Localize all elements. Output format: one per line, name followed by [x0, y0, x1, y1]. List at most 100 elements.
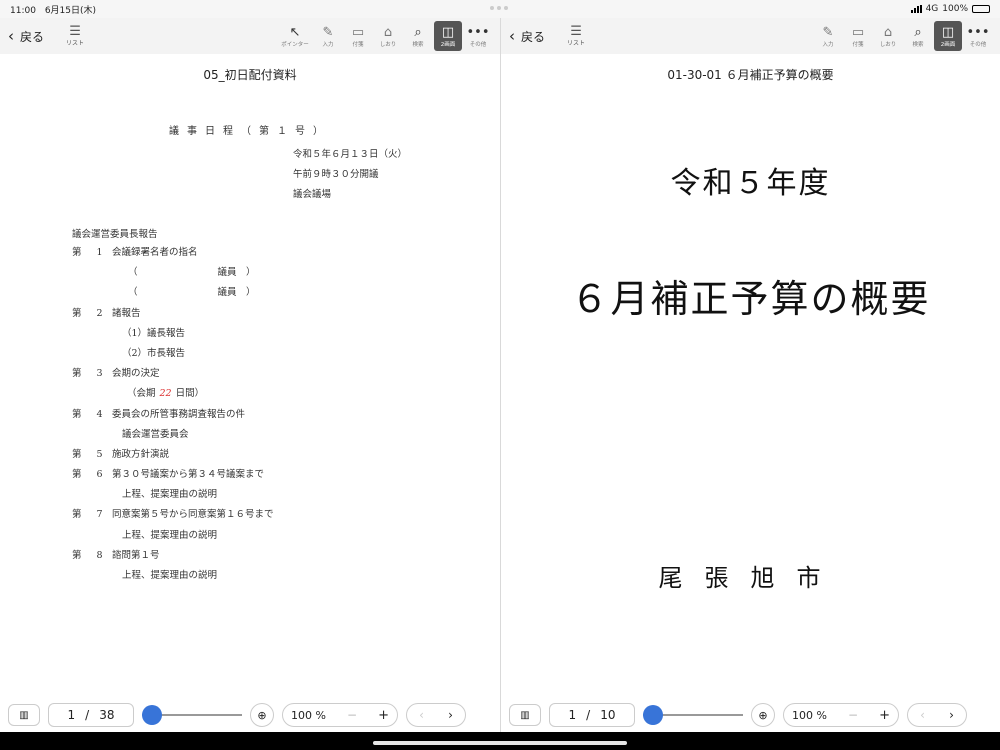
slider-knob[interactable] — [643, 705, 663, 725]
zoom-in-button[interactable]: + — [879, 708, 890, 723]
multitask-dots[interactable] — [490, 6, 510, 10]
page-slider[interactable] — [643, 703, 743, 727]
more-button[interactable]: ••• その他 — [964, 21, 992, 51]
split-view-icon: ◫ — [941, 24, 955, 40]
input-button[interactable]: ✎ 入力 — [814, 21, 842, 51]
zoom-out-button[interactable]: − — [347, 708, 357, 722]
input-button[interactable]: ✎ 入力 — [314, 21, 342, 51]
page-indicator[interactable]: 1 / 38 — [48, 703, 134, 727]
bookmark-add-icon: ⊕ — [257, 708, 267, 722]
agenda-item: 第 2 諸報告 — [72, 304, 472, 324]
list-button[interactable]: ☰ リスト — [66, 25, 84, 47]
agenda-item: 第 6 第３０号議案から第３４号議案まで — [72, 465, 472, 485]
back-button[interactable]: ‹ 戻る — [8, 27, 44, 45]
split-view-icon: ◫ — [441, 24, 455, 40]
list-icon: ☰ — [570, 24, 582, 39]
meta-date: 令和５年６月１３日（火） — [293, 149, 408, 160]
sticky-note-icon: ▭ — [351, 24, 365, 40]
pointer-label: ポインター — [281, 41, 309, 48]
agenda-item: 第 1 会議録署名者の指名 — [72, 243, 472, 263]
status-time-date: 11:00 6月15日(木) — [10, 3, 96, 16]
home-indicator[interactable] — [373, 741, 627, 745]
more-icon: ••• — [966, 24, 990, 40]
add-bookmark-button[interactable]: ⊕ — [250, 703, 274, 727]
left-bottom-bar: ▥ 1 / 38 ⊕ 100 % − + ‹ › — [0, 698, 500, 732]
current-page: 1 — [568, 708, 577, 722]
chevron-left-icon: ‹ — [509, 27, 515, 45]
thumbnail-icon: ▥ — [520, 709, 530, 721]
search-button[interactable]: ⌕ 検索 — [404, 21, 432, 51]
agenda-heading: 議事日程（第１号） — [169, 126, 331, 137]
bookmark-button[interactable]: ⌂ しおり — [374, 21, 402, 51]
search-button[interactable]: ⌕ 検索 — [904, 21, 932, 51]
cover-city: 尾張旭市 — [658, 564, 843, 592]
cover-fiscal-year: 令和５年度 — [670, 166, 831, 201]
agenda-list: 第 1 会議録署名者の指名 （議員 ） （議員 ） 第 2 諸報告 （1）議長報告 … — [72, 243, 472, 586]
thumbnail-icon: ▥ — [19, 709, 29, 721]
split-view-button[interactable]: ◫ 2画面 — [434, 21, 462, 51]
total-pages: 10 — [600, 708, 616, 722]
thumbnail-button[interactable]: ▥ — [509, 704, 541, 726]
item-number: 第 2 — [72, 307, 109, 319]
item-number: 第 8 — [72, 549, 109, 561]
list-button[interactable]: ☰ リスト — [567, 25, 585, 47]
more-icon: ••• — [466, 24, 490, 40]
page-nav: ‹ › — [907, 703, 967, 727]
back-button[interactable]: ‹ 戻る — [509, 27, 545, 45]
search-icon: ⌕ — [414, 24, 422, 40]
item-text: 会議録署名者の指名 — [112, 247, 198, 258]
chevron-left-icon: ‹ — [8, 27, 14, 45]
item-number: 第 4 — [72, 408, 109, 420]
bookmark-button[interactable]: ⌂ しおり — [874, 21, 902, 51]
page-separator: / — [586, 708, 591, 722]
sticky-note-button[interactable]: ▭ 付箋 — [344, 21, 372, 51]
document-title: 01-30-01 ６月補正予算の概要 — [667, 68, 834, 82]
page-slider[interactable] — [142, 703, 242, 727]
signer-line: （ 議員 ） — [72, 283, 472, 303]
bookmark-icon: ⌂ — [883, 24, 893, 40]
zoom-out-button[interactable]: − — [848, 708, 858, 722]
agenda-item: 第 5 施政方針演説 — [72, 445, 472, 465]
zoom-level: 100 % — [291, 708, 326, 722]
more-button[interactable]: ••• その他 — [464, 21, 492, 51]
zoom-in-button[interactable]: + — [378, 708, 389, 723]
slider-knob[interactable] — [142, 705, 162, 725]
prev-page-button[interactable]: ‹ — [920, 708, 925, 722]
session-length: （会期 22 日間） — [72, 384, 472, 404]
sticky-note-label: 付箋 — [352, 41, 364, 48]
status-date: 6月15日(木) — [44, 5, 97, 16]
sticky-note-label: 付箋 — [852, 41, 864, 48]
meta-place: 議会議場 — [293, 189, 332, 200]
more-label: その他 — [469, 41, 487, 48]
bookmark-label: しおり — [379, 41, 397, 48]
pointer-button[interactable]: ↖ ポインター — [278, 21, 312, 51]
add-bookmark-button[interactable]: ⊕ — [751, 703, 775, 727]
current-page: 1 — [67, 708, 76, 722]
input-label: 入力 — [822, 41, 834, 48]
page-nav: ‹ › — [406, 703, 466, 727]
signer-line: （ 議員 ） — [72, 263, 472, 283]
item-text: 会期の決定 — [112, 368, 160, 380]
prev-page-button[interactable]: ‹ — [419, 708, 424, 722]
zoom-level: 100 % — [792, 708, 827, 722]
item-text: 同意案第５号から同意案第１６号まで — [112, 509, 274, 521]
page-indicator[interactable]: 1 / 10 — [549, 703, 635, 727]
input-label: 入力 — [322, 41, 334, 48]
item-number: 第 5 — [72, 448, 109, 460]
cover-title: ６月補正予算の概要 — [570, 277, 931, 321]
battery-icon — [972, 5, 990, 13]
agenda-item: 第 8 諮問第１号 — [72, 546, 472, 566]
status-time: 11:00 — [10, 5, 36, 16]
split-view-button[interactable]: ◫ 2画面 — [934, 21, 962, 51]
list-label: リスト — [567, 40, 586, 47]
list-icon: ☰ — [69, 24, 81, 39]
right-toolbar: ‹ 戻る ☰ リスト ✎ 入力 ▭ 付箋 ⌂ しおり ⌕ 検索 ◫ 2画面 ••… — [501, 18, 1000, 54]
right-bottom-bar: ▥ 1 / 10 ⊕ 100 % − + ‹ › — [501, 698, 1000, 732]
sticky-note-button[interactable]: ▭ 付箋 — [844, 21, 872, 51]
zoom-control: 100 % − + — [783, 703, 899, 727]
thumbnail-button[interactable]: ▥ — [8, 704, 40, 726]
item-text: 第３０号議案から第３４号議案まで — [112, 469, 265, 481]
next-page-button[interactable]: › — [949, 708, 954, 722]
item-text: 諸報告 — [112, 307, 141, 319]
next-page-button[interactable]: › — [448, 708, 453, 722]
